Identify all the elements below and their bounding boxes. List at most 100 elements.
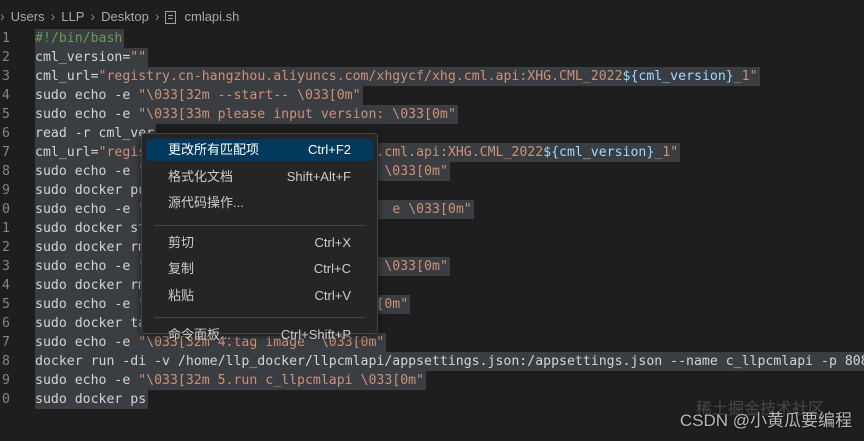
context-menu: 更改所有匹配项 Ctrl+F2 格式化文档 Shift+Alt+F 源代码操作... 剪切… [141,133,378,342]
code-line[interactable]: 7 sudo echo -e "\033[32m 4.tag image \033… [0,333,864,352]
menu-item-label: 粘贴 [168,287,195,303]
code-line[interactable]: 9 sudo docker pu [0,181,864,200]
line-number: 4 [2,88,10,103]
menu-item[interactable]: 源代码操作... [146,192,373,214]
code-text[interactable]: sudo docker rm [35,238,149,257]
code-line[interactable]: 7 cml_url="regis gycf/xhg.cml.api:XHG.CML… [0,143,864,162]
code-line[interactable]: 6 read -r cml_ver [0,124,864,143]
breadcrumb-item-users[interactable]: Users [11,9,45,24]
code-text[interactable]: cml_version="" [35,48,149,67]
code-token-plain: sudo docker rm [35,240,147,255]
code-line[interactable]: 4 sudo docker rm [0,276,864,295]
code-text[interactable]: sudo echo -e "\033[33m please input vers… [35,105,458,124]
code-line[interactable]: 8 docker run -di -v /home/llp_docker/llpc… [0,352,864,371]
code-text[interactable]: sudo docker ps [35,390,149,409]
code-token-plain: sudo docker pu [35,183,147,198]
menu-item-label: 格式化文档 [168,168,234,184]
line-number: 6 [2,316,10,331]
breadcrumb-item-llp[interactable]: LLP [61,9,84,24]
menu-item-shortcut: Shift+Alt+F [286,168,351,184]
menu-item-label: 复制 [168,261,195,276]
code-token-string: e \033[0m" [392,202,472,217]
code-token-plain: sudo docker ta [35,316,147,331]
code-line[interactable]: 2 sudo docker rm [0,238,864,257]
code-line[interactable]: 8sudo echo -e " \033[0m" [0,162,864,181]
code-token-plain: sudo docker st [35,221,147,236]
code-token-string: \033[0m" [384,259,448,274]
code-text[interactable]: sudo docker st [35,219,149,238]
menu-item[interactable]: 更改所有匹配项 Ctrl+F2 [146,139,373,161]
line-number: 3 [2,69,10,84]
menu-item-label: 命令面板... [168,327,231,342]
code-line[interactable]: 0sudo echo -e " e \033[0m" [0,200,864,219]
menu-item-shortcut: Ctrl+C [313,261,351,276]
breadcrumb-item-file[interactable]: cmlapi.sh [184,9,239,24]
chevron-right-icon: › [50,8,56,24]
code-token-plain: read -r cml_ver [35,126,155,141]
code-text[interactable]: sudo docker pu [35,181,149,200]
menu-separator [154,224,365,226]
code-token-string: _1" [654,145,679,160]
code-token-string: [0m" [376,297,409,312]
code-token-string: "" [130,50,147,65]
code-text[interactable]: #!/bin/bash [35,29,125,48]
code-editor[interactable]: 1 #!/bin/bash 2 cml_version="" 3 cml_url="reg… [0,28,864,441]
code-text[interactable]: cml_url="registry.cn-hangzhou.aliyuncs.c… [35,67,760,86]
line-number: 7 [2,335,10,350]
line-number: 3 [2,259,10,274]
chevron-right-icon: › [90,8,96,24]
menu-item-shortcut: Ctrl+F2 [308,142,351,157]
menu-item-label: 源代码操作... [168,195,244,210]
code-token-plain: sudo echo -e [35,107,139,122]
code-line[interactable]: 1 #!/bin/bash [0,29,864,48]
breadcrumb-item-desktop[interactable]: Desktop [101,9,149,24]
code-line[interactable]: 6 sudo docker ta [0,314,864,333]
code-line[interactable]: 2 cml_version="" [0,48,864,67]
code-text[interactable]: sudo docker ta [35,314,149,333]
code-text[interactable]: read -r cml_ver [35,124,157,143]
menu-item[interactable]: 命令面板... Ctrl+Shift+P [146,324,373,346]
code-line[interactable]: 3 cml_url="registry.cn-hangzhou.aliyuncs.… [0,67,864,86]
code-text[interactable]: sudo echo -e "\033[32m --start-- \033[0m… [35,86,363,105]
code-token-plain: sudo echo -e [35,373,139,388]
line-number: 5 [2,107,10,122]
code-token-plain: sudo echo -e [35,259,139,274]
code-line[interactable]: 9 sudo echo -e "\033[32m 5.run c_llpcmlap… [0,371,864,390]
menu-item-shortcut: Ctrl+X [314,234,351,250]
code-token-plain: sudo echo -e [35,297,139,312]
code-line[interactable]: 5sudo echo -e " [0m" [0,295,864,314]
code-text[interactable]: sudo docker rm [35,276,149,295]
line-number: 9 [2,373,10,388]
menu-item[interactable]: 剪切 Ctrl+X [146,232,373,254]
code-line[interactable]: 3sudo echo -e " \033[0m" [0,257,864,276]
menu-item[interactable]: 格式化文档 Shift+Alt+F [146,166,373,188]
code-token-string: "\033[33m please input version: \033[0m" [138,107,456,122]
menu-separator [154,317,365,318]
line-number: 1 [2,221,10,236]
line-number: 8 [2,354,10,369]
menu-item[interactable]: 复制 Ctrl+C [146,258,373,280]
line-number: 0 [2,202,10,217]
code-token-plain: sudo echo -e [35,164,139,179]
line-number: 9 [2,183,10,198]
code-line[interactable]: 1 sudo docker st [0,219,864,238]
code-token-plain: sudo docker ps [35,392,147,407]
code-token-var: ${cml_version} [622,69,734,84]
code-text[interactable]: sudo echo -e "\033[32m 5.run c_llpcmlapi… [35,371,427,390]
code-line[interactable]: 5 sudo echo -e "\033[33m please input ver… [0,105,864,124]
code-token-plain: sudo echo -e [35,202,139,217]
code-token-string: "registry.cn-hangzhou.aliyuncs.com/xhgyc… [98,69,623,84]
chevron-right-icon: › [0,8,5,24]
code-line[interactable]: 4 sudo echo -e "\033[32m --start-- \033[0… [0,86,864,105]
line-number: 5 [2,297,10,312]
menu-item-shortcut: Ctrl+Shift+P [280,327,351,342]
line-number: 6 [2,126,10,141]
menu-item[interactable]: 粘贴 Ctrl+V [146,285,373,307]
menu-item-shortcut: Ctrl+V [314,287,351,303]
code-token-plain: sudo echo -e [35,88,139,103]
code-token-string: "regis [98,145,147,160]
line-number: 8 [2,164,10,179]
code-token-plain: sudo echo -e [35,335,139,350]
code-text[interactable]: docker run -di -v /home/llp_docker/llpcm… [35,352,864,371]
chevron-right-icon: › [154,8,160,24]
